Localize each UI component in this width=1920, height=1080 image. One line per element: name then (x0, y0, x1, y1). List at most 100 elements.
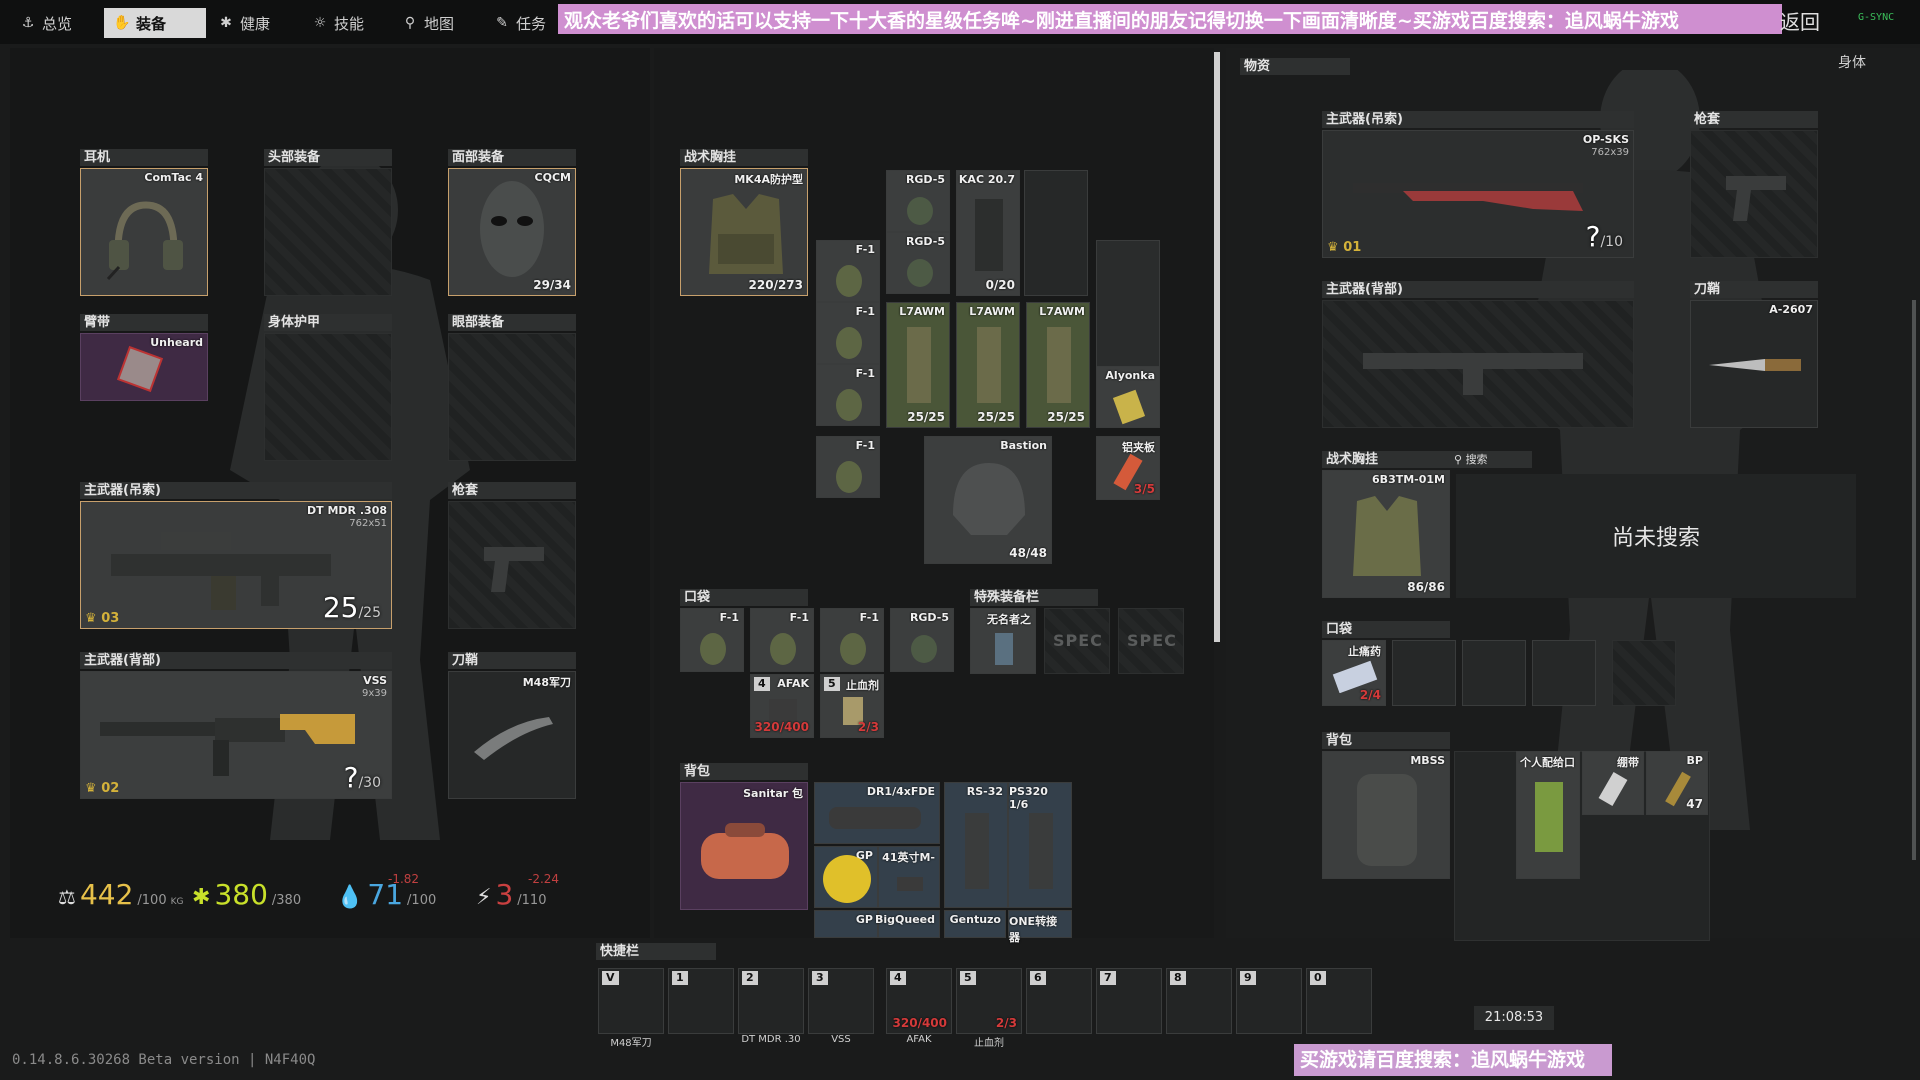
rig-cell-f1-4[interactable]: F-1 (816, 436, 880, 498)
loot-primary-back-slot[interactable] (1322, 300, 1634, 428)
hydration-max: /100 (407, 893, 437, 908)
loot-scrollbar[interactable] (1912, 300, 1916, 860)
earpiece-slot[interactable]: ComTac 4 (80, 168, 208, 296)
rig-cell-rgd5-2[interactable]: RGD-5 (886, 232, 950, 294)
backpack-item-gp2[interactable]: GP (814, 910, 878, 938)
not-searched-label: 尚未搜索 (1456, 474, 1856, 598)
scabbard-slot[interactable]: M48军刀 (448, 671, 576, 799)
rig-cell-f1-2[interactable]: F-1 (816, 302, 880, 364)
backpack-item-scope[interactable]: DR1/4xFDE (814, 782, 940, 844)
item-name: RGD-5 (909, 611, 949, 624)
tab-map[interactable]: ⚲ 地图 (392, 8, 482, 38)
pocket-hemostatic[interactable]: 5 止血剂 2/3 (820, 674, 884, 738)
armband-slot[interactable]: Unheard (80, 333, 208, 401)
quickbar-slot-8[interactable]: 8 (1166, 968, 1232, 1034)
quickbar-slot-1[interactable]: 1 (668, 968, 734, 1034)
item-name: 止血剂 (846, 679, 879, 692)
backpack-item-rs32[interactable]: RS-32 (944, 782, 1008, 908)
rig-cell-foil[interactable]: 铝夹板 3/5 (1096, 436, 1160, 500)
pocket-2[interactable]: F-1 (750, 608, 814, 672)
backpack-slot[interactable]: Sanitar 包 (680, 782, 808, 910)
rig-cell-f1-1[interactable]: F-1 (816, 240, 880, 302)
quickbar-slot-0[interactable]: 0 (1306, 968, 1372, 1034)
rig-slot[interactable]: MK4A防护型 220/273 (680, 168, 808, 296)
rig-cell-l7awm-1[interactable]: L7AWM 25/25 (886, 302, 950, 428)
quickbar-slot-v[interactable]: V (598, 968, 664, 1034)
tab-tasks[interactable]: ✎ 任务 (484, 8, 558, 38)
rig-cell-alyonka[interactable]: Alyonka (1096, 366, 1160, 428)
item-name: Alyonka (1105, 369, 1155, 382)
pocket-3[interactable]: F-1 (820, 608, 884, 672)
rig-cell-empty-1[interactable] (1024, 170, 1088, 296)
quickbar-slot-3[interactable]: 3 (808, 968, 874, 1034)
backpack-item-adapter[interactable]: ONE转接器 (1008, 910, 1072, 944)
face-cover-slot[interactable]: CQCM 29/34 (448, 168, 576, 296)
rig-cell-empty-2[interactable] (1096, 240, 1160, 370)
headwear-slot[interactable] (264, 168, 392, 296)
hotkey-badge: 9 (1240, 971, 1256, 985)
backpack-item-bigqueed[interactable]: BigQueed (874, 910, 940, 938)
backpack-item-sight[interactable]: 41英寸M- (878, 846, 940, 908)
loot-pocket-3[interactable] (1462, 640, 1526, 706)
loot-rig-header: 战术胸挂 (1322, 451, 1450, 468)
loot-backpack-item-ammo[interactable]: BP 47 (1646, 751, 1708, 815)
special-slot-2[interactable]: SPEC (1044, 608, 1110, 674)
quickbar-slot-4[interactable]: 4 320/400 (886, 968, 952, 1034)
loot-rig-search-button[interactable]: ⚲ 搜索 (1450, 451, 1532, 468)
rig-cell-kac-mag[interactable]: KAC 20.7 0/20 (956, 170, 1020, 296)
tab-gear[interactable]: ✋ 装备 (104, 8, 206, 38)
grenade-icon (911, 635, 937, 663)
map-pin-icon: ⚲ (404, 15, 416, 31)
primary-sling-slot[interactable]: DT MDR .308 762x51 25/25 ♛ 03 (80, 501, 392, 629)
loot-holster-slot[interactable] (1690, 130, 1818, 258)
quickbar-slot-6[interactable]: 6 (1026, 968, 1092, 1034)
tab-overview[interactable]: ⚓ 总览 (10, 8, 102, 38)
item-count: 25/25 (1047, 410, 1085, 424)
item-name: F-1 (719, 611, 739, 624)
tab-skills[interactable]: ☼ 技能 (302, 8, 400, 38)
back-button[interactable]: 返回 (1780, 6, 1820, 35)
special-slot-1[interactable]: 无名者之 (970, 608, 1036, 674)
pocket-afak[interactable]: 4 AFAK 320/400 (750, 674, 814, 738)
backpack-item-gentuzo[interactable]: Gentuzo (944, 910, 1006, 938)
grenade-icon (770, 633, 796, 665)
pocket-4[interactable]: RGD-5 (890, 608, 954, 672)
loot-pocket-5[interactable] (1612, 640, 1676, 706)
quickbar-slot-7[interactable]: 7 (1096, 968, 1162, 1034)
item-name: BigQueed (874, 913, 935, 926)
holster-slot[interactable] (448, 501, 576, 629)
rig-cell-l7awm-2[interactable]: L7AWM 25/25 (956, 302, 1020, 428)
quickbar-slot-5[interactable]: 5 2/3 (956, 968, 1022, 1034)
rig-cell-rgd5-1[interactable]: RGD-5 (886, 170, 950, 232)
quickbar-label: VSS (831, 1034, 851, 1045)
quickbar-slot-2[interactable]: 2 (738, 968, 804, 1034)
loot-backpack-item-bandage[interactable]: 绷带 (1582, 751, 1644, 815)
backpack-item-gp1[interactable]: GP (814, 846, 878, 908)
loot-backpack-slot[interactable]: MBSS (1322, 751, 1450, 879)
rank-icon: ♛ (1327, 240, 1339, 255)
loot-primary-sling-slot[interactable]: OP-SKS 762x39 ?/10 ♛ 01 (1322, 130, 1634, 258)
eyewear-slot[interactable] (448, 333, 576, 461)
tab-health[interactable]: ✱ 健康 (208, 8, 300, 38)
loot-primary-sling-ammo-max: /10 (1600, 234, 1623, 250)
loot-rig-slot[interactable]: 6B3TM-01M 86/86 (1322, 470, 1450, 598)
loot-pocket-2[interactable] (1392, 640, 1456, 706)
pocket-1[interactable]: F-1 (680, 608, 744, 672)
body-armor-slot[interactable] (264, 333, 392, 461)
special-slot-3[interactable]: SPEC (1118, 608, 1184, 674)
rig-cell-bastion[interactable]: Bastion 48/48 (924, 436, 1052, 564)
loot-backpack-item-mre[interactable]: 个人配给口 (1516, 751, 1580, 879)
pistol-icon (1726, 176, 1786, 221)
rig-cell-f1-3[interactable]: F-1 (816, 364, 880, 426)
quickbar-slot-9[interactable]: 9 (1236, 968, 1302, 1034)
primary-back-slot[interactable]: VSS 9x39 ?/30 ♛ 02 (80, 671, 392, 799)
loot-scabbard-slot[interactable]: A-2607 (1690, 300, 1818, 428)
primary-back-ammo-max: /30 (358, 775, 381, 791)
primary-sling-ammo-value: 25 (322, 591, 359, 624)
backpack-item-ps320[interactable]: PS320 1/6 (1008, 782, 1072, 908)
loot-pocket-4[interactable] (1532, 640, 1596, 706)
quickbar-label: M48军刀 (610, 1038, 652, 1049)
loot-pocket-1[interactable]: 止痛药 2/4 (1322, 640, 1386, 706)
panel-scrollbar[interactable] (1214, 52, 1220, 642)
rig-cell-l7awm-3[interactable]: L7AWM 25/25 (1026, 302, 1090, 428)
